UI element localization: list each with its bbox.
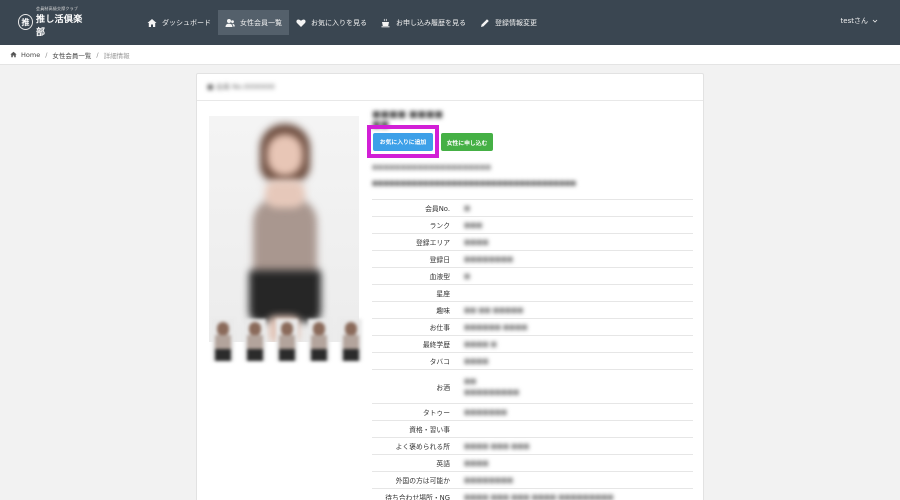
- info-row-blood-type: 血液型 ■: [372, 267, 693, 284]
- member-name: ■■■■ ■■■■ ■■: [372, 110, 443, 130]
- nav-dashboard[interactable]: ダッシュボード: [140, 10, 218, 35]
- nav-favorites-label: お気に入りを見る: [311, 18, 367, 27]
- nav-application-history[interactable]: お申し込み履歴を見る: [374, 10, 473, 35]
- info-value: ■■ ■■ ■■■■■: [464, 306, 524, 314]
- logo-mark: 推: [18, 14, 34, 30]
- info-value: ■: [464, 204, 471, 212]
- photo-thumbnail[interactable]: [308, 319, 330, 361]
- info-row-tattoo: タトゥー ■■■■■■■: [372, 403, 693, 420]
- info-row-area: 登録エリア ■■■■: [372, 233, 693, 250]
- info-value: ■■■■: [464, 459, 489, 467]
- info-value: ■■■■■■■: [464, 408, 507, 416]
- info-value: ■: [464, 272, 471, 280]
- breadcrumb: Home / 女性会員一覧 / 詳細情報: [0, 45, 900, 65]
- card-title: ■ 会員 No.0000000: [207, 83, 275, 91]
- info-label: 登録日: [429, 256, 450, 264]
- info-label: 英語: [436, 460, 450, 468]
- coffee-icon: [381, 18, 391, 28]
- heart-icon: [296, 18, 306, 28]
- highlight-box: お気に入りに追加: [367, 125, 439, 158]
- nav-female-members-label: 女性会員一覧: [240, 18, 282, 27]
- info-row-registered-date: 登録日 ■■■■■■■■: [372, 250, 693, 267]
- nav-female-members[interactable]: 女性会員一覧: [218, 10, 289, 35]
- info-value: ■■■: [464, 221, 483, 229]
- users-icon: [225, 18, 235, 28]
- info-label: 趣味: [436, 307, 450, 315]
- logo-title: 推し活倶楽部: [36, 15, 83, 38]
- info-row-education: 最終学歴 ■■■■ ■: [372, 335, 693, 352]
- info-label: 血液型: [429, 273, 450, 281]
- top-navbar: 推 会員制高級交際クラブ 推し活倶楽部 ダッシュボード 女性会員一覧 お気に入り…: [0, 0, 900, 45]
- info-row-hobby: 趣味 ■■ ■■ ■■■■■: [372, 301, 693, 318]
- info-row-tobacco: タバコ ■■■■: [372, 352, 693, 369]
- info-label: お酒: [436, 383, 450, 392]
- card-header: ■ 会員 No.0000000: [197, 74, 703, 101]
- breadcrumb-current: 詳細情報: [103, 51, 130, 60]
- info-row-compliments: よく褒められる所 ■■■■ ■■■ ■■■: [372, 437, 693, 454]
- info-label: 登録エリア: [416, 239, 450, 247]
- member-note: ■■■■■■■■■■■■■■■■■■■■■: [372, 164, 492, 171]
- info-label: 待ち合わせ場所・NG: [385, 494, 450, 500]
- add-favorite-button[interactable]: お気に入りに追加: [373, 132, 433, 151]
- pencil-icon: [480, 18, 490, 28]
- photo-thumbnails: [212, 319, 362, 361]
- user-menu[interactable]: testさん: [841, 16, 878, 26]
- info-row-zodiac: 星座: [372, 284, 693, 301]
- member-photo[interactable]: [209, 116, 359, 342]
- photo-thumbnail[interactable]: [340, 319, 362, 361]
- member-info-table: 会員No. ■ ランク ■■■ 登録エリア ■■■■ 登録日 ■■■■■■■■ 血液型 ■…: [372, 199, 693, 500]
- nav-edit-profile[interactable]: 登録情報変更: [473, 10, 544, 35]
- info-label: 会員No.: [425, 205, 450, 213]
- info-label: 外国の方は可能か: [395, 477, 450, 485]
- info-value: ■■ ■■■■■■■■■: [464, 376, 520, 396]
- chevron-down-icon: [872, 19, 878, 23]
- member-comment: ■■■■■■■■■■■■■■■■■■■■■■■■■■■■■■■■■■■■: [372, 180, 577, 187]
- home-icon: [10, 51, 21, 58]
- breadcrumb-list-link[interactable]: 女性会員一覧: [52, 50, 91, 60]
- info-value: ■■■■: [464, 238, 489, 246]
- nav-dashboard-label: ダッシュボード: [162, 18, 211, 27]
- info-row-foreigners: 外国の方は可能か ■■■■■■■■: [372, 471, 693, 488]
- info-label: お仕事: [429, 324, 450, 332]
- info-label: 資格・習い事: [409, 426, 450, 434]
- info-label: タバコ: [429, 358, 450, 366]
- info-value: ■■■■■■■■: [464, 255, 514, 263]
- info-value: ■■■■■■■■: [464, 476, 514, 484]
- main-nav: ダッシュボード 女性会員一覧 お気に入りを見る お申し込み履歴を見る 登録情報変…: [140, 10, 544, 35]
- info-row-english: 英語 ■■■■: [372, 454, 693, 471]
- info-value: ■■■■ ■■■ ■■■: [464, 442, 530, 450]
- info-label: よく褒められる所: [395, 443, 450, 451]
- home-icon: [147, 18, 157, 28]
- info-row-meeting-place: 待ち合わせ場所・NG ■■■■ ■■■ ■■■ ■■■■ ■■■■■■■■■: [372, 488, 693, 500]
- info-row-rank: ランク ■■■: [372, 216, 693, 233]
- nav-favorites[interactable]: お気に入りを見る: [289, 10, 374, 35]
- info-row-member-no: 会員No. ■: [372, 199, 693, 216]
- info-value: ■■■■ ■■■ ■■■ ■■■■ ■■■■■■■■■: [464, 493, 614, 500]
- photo-thumbnail[interactable]: [244, 319, 266, 361]
- info-value: ■■■■■■ ■■■■: [464, 323, 528, 331]
- info-row-job: お仕事 ■■■■■■ ■■■■: [372, 318, 693, 335]
- info-label: タトゥー: [422, 409, 450, 417]
- photo-thumbnail[interactable]: [276, 319, 298, 361]
- photo-thumbnail[interactable]: [212, 319, 234, 361]
- info-value: ■■■■: [464, 357, 489, 365]
- info-label: ランク: [429, 222, 450, 230]
- member-detail-card: ■ 会員 No.0000000 ■■■■ ■■■■ ■■ お気に入りに追加 女性…: [196, 73, 704, 500]
- info-row-qualifications: 資格・習い事: [372, 420, 693, 437]
- user-name: testさん: [840, 17, 868, 25]
- nav-edit-profile-label: 登録情報変更: [495, 18, 537, 27]
- info-label: 最終学歴: [422, 341, 450, 349]
- nav-application-history-label: お申し込み履歴を見る: [396, 18, 466, 27]
- info-label: 星座: [436, 290, 450, 298]
- site-logo[interactable]: 推 会員制高級交際クラブ 推し活倶楽部: [18, 6, 88, 38]
- info-value: ■■■■ ■: [464, 340, 497, 348]
- apply-to-member-button[interactable]: 女性に申し込む: [441, 133, 493, 151]
- breadcrumb-home-link[interactable]: Home: [21, 51, 40, 59]
- info-row-alcohol: お酒 ■■ ■■■■■■■■■: [372, 369, 693, 403]
